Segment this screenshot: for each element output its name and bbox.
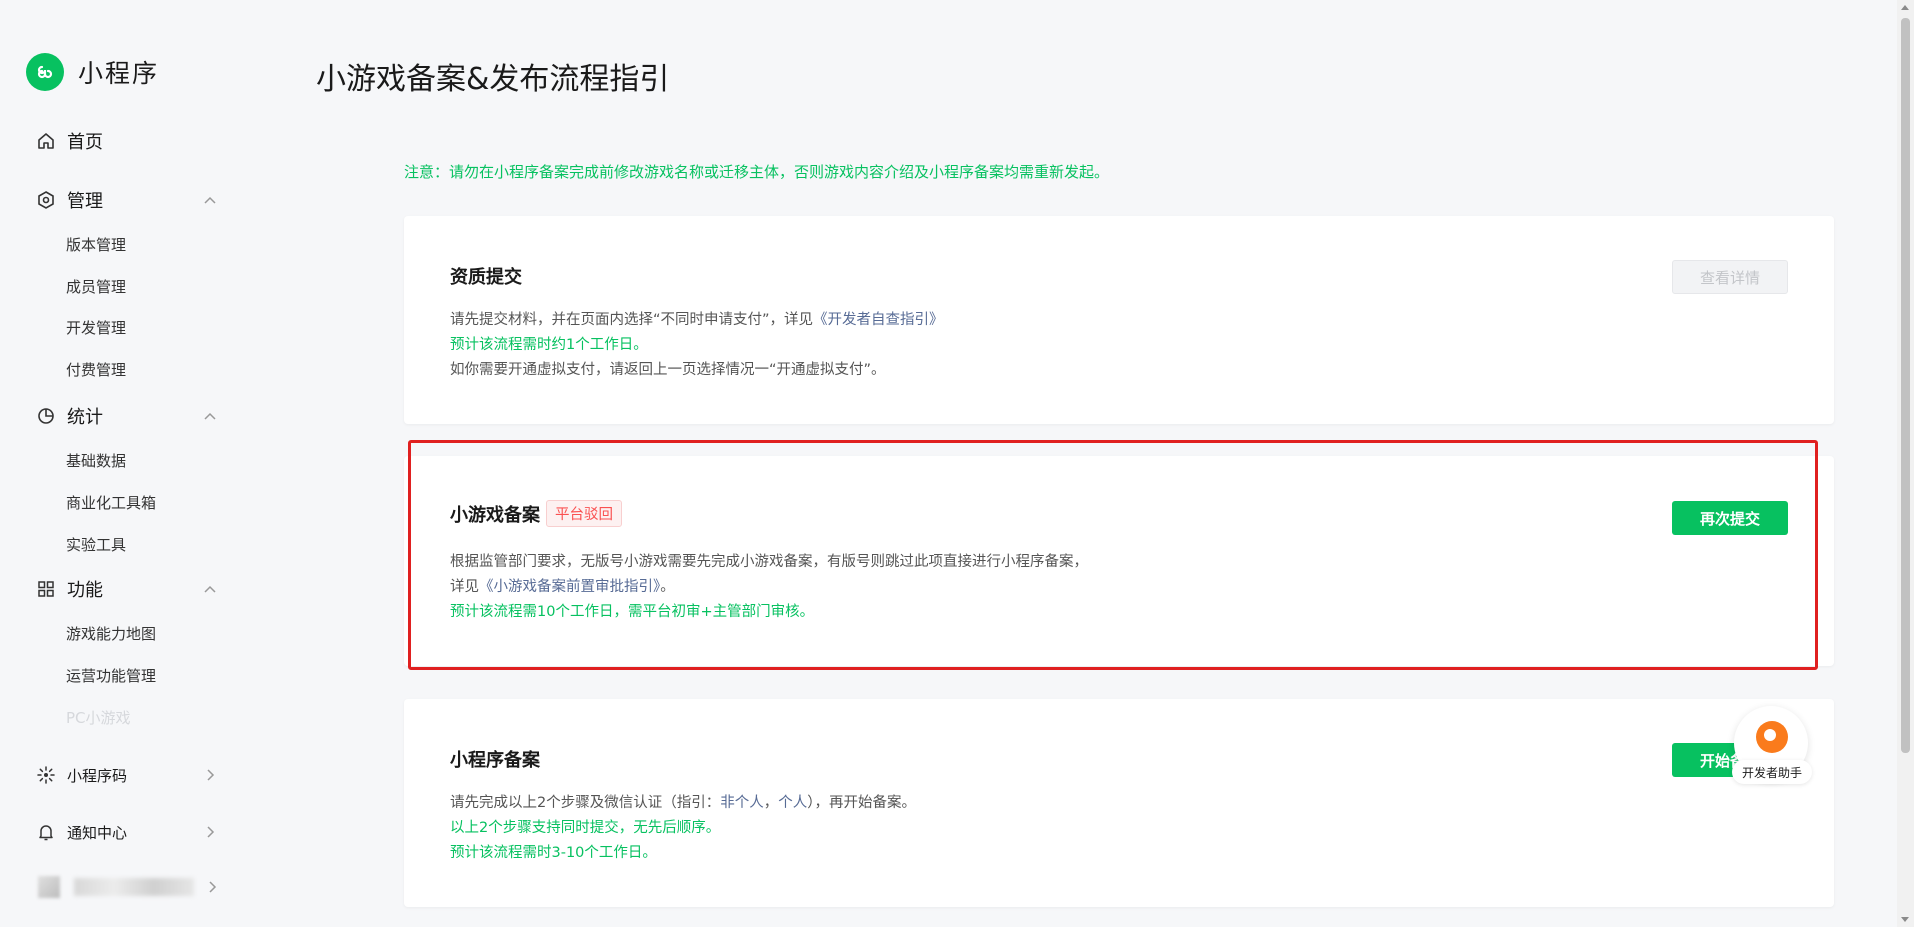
- card-note: 如你需要开通虚拟支付，请返回上一页选择情况一“开通虚拟支付”。: [450, 362, 886, 378]
- qrcode-icon: [35, 764, 57, 786]
- sidebar-subitem-ability-map[interactable]: 游戏能力地图: [66, 623, 156, 644]
- sidebar-subitem-payment[interactable]: 付费管理: [66, 359, 126, 380]
- sidebar-item-label: 通知中心: [67, 823, 128, 842]
- sidebar-item-stats[interactable]: 统计: [35, 403, 220, 429]
- resubmit-button[interactable]: 再次提交: [1672, 501, 1788, 535]
- card-title: 小程序备案: [450, 750, 540, 771]
- sidebar-item-label: 统计: [67, 407, 103, 428]
- chevron-up-icon[interactable]: [200, 190, 220, 210]
- scroll-thumb[interactable]: [1901, 18, 1910, 753]
- sidebar-item-notifications[interactable]: 通知中心: [35, 819, 220, 845]
- sidebar-subitem-dev[interactable]: 开发管理: [66, 317, 126, 338]
- sidebar-subitem-basic-data[interactable]: 基础数据: [66, 450, 126, 471]
- pie-chart-icon: [35, 405, 57, 427]
- sidebar-item-label: 功能: [67, 580, 103, 601]
- bell-icon: [35, 821, 57, 843]
- sidebar-item-label: 首页: [67, 132, 103, 153]
- card-title: 小游戏备案 平台驳回: [450, 500, 622, 527]
- sidebar-subitem-members[interactable]: 成员管理: [66, 276, 126, 297]
- card-duration: 预计该流程需10个工作日，需平台初审+主管部门审核。: [450, 604, 815, 620]
- sidebar-item-home[interactable]: 首页: [35, 128, 220, 154]
- chevron-right-icon[interactable]: [200, 822, 220, 842]
- card-description: 请先提交材料，并在页面内选择“不同时申请支付”，详见《开发者自查指引》: [450, 312, 944, 328]
- card-qualification: 资质提交 查看详情 请先提交材料，并在页面内选择“不同时申请支付”，详见《开发者…: [404, 216, 1834, 424]
- card-note: 以上2个步骤支持同时提交，无先后顺序。: [450, 820, 721, 836]
- sidebar-item-manage[interactable]: 管理: [35, 187, 220, 213]
- developer-assistant-label[interactable]: 开发者助手: [1732, 760, 1812, 784]
- view-details-button[interactable]: 查看详情: [1672, 260, 1788, 294]
- chevron-right-icon[interactable]: [200, 765, 220, 785]
- card-description-guide: 详见《小游戏备案前置审批指引》。: [450, 579, 675, 595]
- app-name: 小程序: [78, 59, 160, 88]
- sidebar-subitem-pc-game[interactable]: PC小游戏: [66, 707, 131, 728]
- status-badge: 平台驳回: [546, 500, 622, 527]
- manage-icon: [35, 189, 57, 211]
- app-root: 小程序 首页 管理 版本管理 成员管理 开发管理 付费管理 统计 基础数据 商业…: [0, 0, 1914, 927]
- sidebar-item-label: 管理: [67, 191, 103, 212]
- sidebar-item-features[interactable]: 功能: [35, 576, 220, 602]
- warning-notice: 注意：请勿在小程序备案完成前修改游戏名称或迁移主体，否则游戏内容介绍及小程序备案…: [404, 163, 1110, 181]
- app-logo[interactable]: 小程序: [26, 53, 159, 91]
- mini-program-logo-icon: [26, 53, 64, 91]
- card-description: 根据监管部门要求，无版号小游戏需要先完成小游戏备案，有版号则跳过此项直接进行小程…: [450, 554, 1088, 570]
- sidebar: 小程序 首页 管理 版本管理 成员管理 开发管理 付费管理 统计 基础数据 商业…: [0, 0, 240, 927]
- chevron-up-icon[interactable]: [200, 406, 220, 426]
- page-title: 小游戏备案&发布流程指引: [316, 62, 670, 97]
- chevron-right-icon: [209, 881, 217, 893]
- card-description: 请先完成以上2个步骤及微信认证（指引：非个人，个人），再开始备案。: [450, 795, 916, 811]
- game-filing-guide-link[interactable]: 《小游戏备案前置审批指引》: [479, 579, 660, 595]
- account-switcher[interactable]: [38, 876, 222, 898]
- developer-self-check-link[interactable]: 《开发者自查指引》: [813, 312, 944, 328]
- home-icon: [35, 130, 57, 152]
- personal-link[interactable]: 个人: [778, 795, 807, 811]
- page-scrollbar[interactable]: [1897, 0, 1914, 927]
- card-duration: 预计该流程需时约1个工作日。: [450, 337, 648, 353]
- sidebar-subitem-monetization[interactable]: 商业化工具箱: [66, 492, 156, 513]
- scroll-up-icon[interactable]: [1901, 5, 1909, 10]
- non-personal-link[interactable]: 非个人: [720, 795, 764, 811]
- sidebar-item-label: 小程序码: [67, 766, 128, 785]
- sidebar-subitem-experiment[interactable]: 实验工具: [66, 534, 126, 555]
- chevron-up-icon[interactable]: [200, 579, 220, 599]
- card-title: 资质提交: [450, 267, 522, 288]
- account-name-redacted: [74, 878, 194, 896]
- card-game-filing: 小游戏备案 平台驳回 再次提交 根据监管部门要求，无版号小游戏需要先完成小游戏备案…: [404, 456, 1834, 666]
- card-duration: 预计该流程需时3-10个工作日。: [450, 845, 657, 861]
- avatar: [38, 876, 60, 898]
- assistant-icon: [1756, 721, 1788, 753]
- grid-icon: [35, 578, 57, 600]
- scroll-down-icon[interactable]: [1901, 917, 1909, 922]
- card-mini-program-filing: 小程序备案 开始备案 请先完成以上2个步骤及微信认证（指引：非个人，个人），再开…: [404, 699, 1834, 907]
- sidebar-item-qrcode[interactable]: 小程序码: [35, 762, 220, 788]
- sidebar-subitem-version[interactable]: 版本管理: [66, 234, 126, 255]
- sidebar-subitem-operations[interactable]: 运营功能管理: [66, 665, 156, 686]
